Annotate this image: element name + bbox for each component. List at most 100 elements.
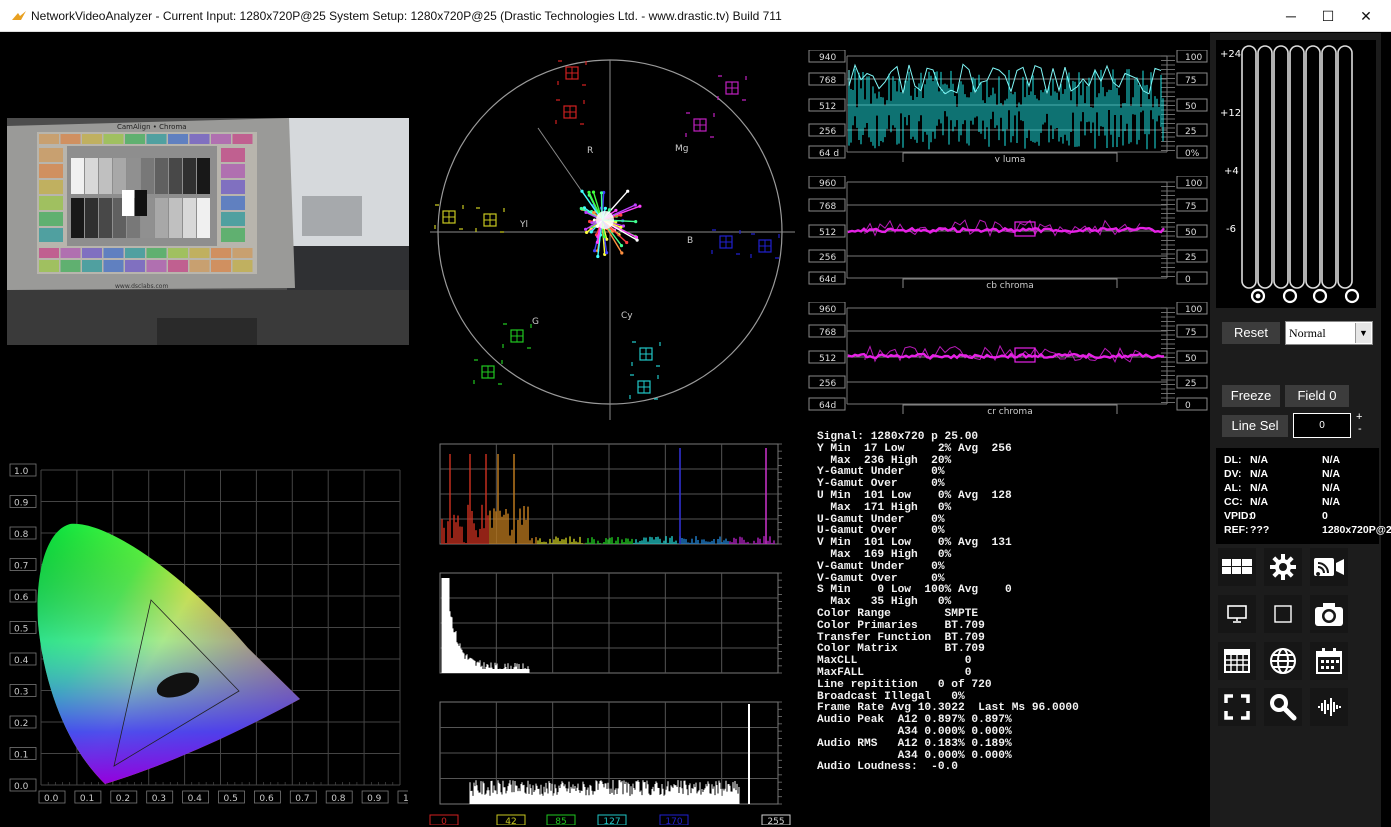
stats-line: Color Range SMPTE xyxy=(817,607,979,620)
monitor-icon[interactable] xyxy=(1218,595,1256,633)
camera-icon[interactable] xyxy=(1310,595,1348,633)
stats-line: Max 171 High 0% xyxy=(817,501,952,514)
reset-button[interactable]: Reset xyxy=(1222,322,1280,344)
title-bar: NetworkVideoAnalyzer - Current Input: 12… xyxy=(0,0,1391,32)
waveform-left-tick: 512 xyxy=(819,228,836,238)
audio-waveform-icon[interactable] xyxy=(1310,688,1348,726)
waveform-left-tick: 768 xyxy=(819,76,836,86)
waveform-left-tick: 256 xyxy=(819,379,836,389)
waveform-0[interactable]: 940 100 768 75 512 50 256 25 64 d 0% y luma xyxy=(805,50,1210,162)
vectorscope-target xyxy=(685,112,715,138)
cie-y-tick: 1.0 xyxy=(14,467,29,477)
stats-line: V-Gamut Under 0% xyxy=(817,560,945,573)
waveform-right-tick: 0 xyxy=(1185,401,1191,411)
cie-x-tick: 1.0 xyxy=(403,794,408,804)
audio-meter: +24 +12 +4 -6 xyxy=(1216,40,1376,308)
globe-icon[interactable] xyxy=(1264,642,1302,680)
cie-x-tick: 0.5 xyxy=(224,794,238,804)
info-row: DL: N/A N/A xyxy=(1224,454,1382,466)
line-increment-button[interactable]: + xyxy=(1356,411,1362,423)
cie-diagram[interactable]: 1.0 0.0 0.9 0.1 0.8 0.2 0.7 0.3 0.6 0.4 0.5 0.5 0.4 0… xyxy=(8,458,408,808)
histogram-scale-label: 170 xyxy=(665,817,682,825)
mode-select[interactable]: Normal ▼ xyxy=(1285,321,1373,345)
vectorscope-label-g: G xyxy=(532,317,539,327)
waveform-right-tick: 0 xyxy=(1185,275,1191,285)
square-icon[interactable] xyxy=(1264,595,1302,633)
histogram-scale-label: 127 xyxy=(603,817,620,825)
chevron-down-icon[interactable]: ▼ xyxy=(1355,323,1371,343)
waveform-left-tick: 256 xyxy=(819,253,836,263)
fullscreen-icon[interactable] xyxy=(1218,688,1256,726)
cie-x-tick: 0.2 xyxy=(116,794,130,804)
waveform-left-tick: 64 d xyxy=(819,149,839,159)
vectorscope-target xyxy=(750,233,780,259)
waveform-right-tick: 100 xyxy=(1185,305,1202,315)
waveform-right-tick: 0% xyxy=(1185,149,1200,159)
waveform-right-tick: 75 xyxy=(1185,328,1196,338)
waveform-left-tick: 768 xyxy=(819,202,836,212)
info-row: REF:??? 1280x720P@25 xyxy=(1224,524,1391,536)
info-v1: ??? xyxy=(1250,524,1270,536)
histogram-scale-label: 85 xyxy=(555,817,566,825)
waveform-right-tick: 75 xyxy=(1185,76,1196,86)
vectorscope-label-b: B xyxy=(687,236,693,246)
info-key: DV: xyxy=(1224,468,1242,480)
cie-y-tick: 0.7 xyxy=(14,562,28,572)
search-icon[interactable] xyxy=(1264,688,1302,726)
stats-line: Audio RMS A12 0.183% 0.189% xyxy=(817,737,1012,750)
waveform-2[interactable]: 960 100 768 75 512 50 256 25 64d 0 cr chroma xyxy=(805,302,1210,414)
line-value-input[interactable]: 0 xyxy=(1293,413,1351,438)
info-row: AL: N/A N/A xyxy=(1224,482,1382,494)
cast-video-icon[interactable] xyxy=(1310,548,1348,586)
waveform-label: cb chroma xyxy=(986,281,1033,288)
waveform-right-tick: 50 xyxy=(1185,354,1197,364)
table-icon[interactable] xyxy=(1218,642,1256,680)
vectorscope-target xyxy=(629,374,659,400)
vectorscope-label-cy: Cy xyxy=(621,311,633,321)
cie-x-tick: 0.0 xyxy=(44,794,59,804)
meter-scale-24: +24 xyxy=(1220,49,1241,60)
stats-line: U Min 101 Low 0% Avg 128 xyxy=(817,489,1012,502)
video-preview[interactable]: CamAlign • Chroma www.dsclabs.com xyxy=(7,118,409,345)
calendar-icon[interactable] xyxy=(1310,642,1348,680)
waveform-1[interactable]: 960 100 768 75 512 50 256 25 64d 0 cb chroma xyxy=(805,176,1210,288)
mode-select-value: Normal xyxy=(1289,326,1326,340)
info-v2: N/A xyxy=(1322,468,1341,480)
vectorscope-target xyxy=(711,229,741,255)
cie-y-tick: 0.1 xyxy=(14,751,28,761)
info-key: AL: xyxy=(1224,482,1242,494)
field-button[interactable]: Field 0 xyxy=(1285,385,1349,407)
line-decrement-button[interactable]: - xyxy=(1358,423,1362,435)
waveform-right-tick: 75 xyxy=(1185,202,1196,212)
waveform-left-tick: 64d xyxy=(819,275,836,285)
cie-y-tick: 0.4 xyxy=(14,656,29,666)
multiview-icon[interactable] xyxy=(1218,548,1256,586)
close-button[interactable]: ✕ xyxy=(1343,0,1389,32)
cie-x-tick: 0.4 xyxy=(188,794,203,804)
cie-y-tick: 0.6 xyxy=(14,593,29,603)
vectorscope-target xyxy=(717,75,747,101)
waveform-left-tick: 960 xyxy=(819,305,836,315)
gear-icon[interactable] xyxy=(1264,548,1302,586)
histogram-panel: 0 42 85 127 170 255 xyxy=(429,443,791,825)
cie-x-tick: 0.8 xyxy=(331,794,346,804)
info-v2: N/A xyxy=(1322,496,1341,508)
vectorscope-target xyxy=(631,341,661,367)
line-select-button[interactable]: Line Sel xyxy=(1222,415,1288,437)
info-v2: 1280x720P@25 xyxy=(1322,524,1391,536)
info-v1: N/A xyxy=(1250,468,1269,480)
waveform-label: cr chroma xyxy=(987,407,1032,414)
cie-x-tick: 0.1 xyxy=(80,794,94,804)
waveform-right-tick: 100 xyxy=(1185,179,1202,189)
info-v2: N/A xyxy=(1322,482,1341,494)
vectorscope[interactable]: R Mg Yl B G Cy xyxy=(420,40,800,430)
waveform-right-tick: 50 xyxy=(1185,228,1197,238)
freeze-button[interactable]: Freeze xyxy=(1222,385,1280,407)
signal-stats: Signal: 1280x720 p 25.00 Y Min 17 Low 2% … xyxy=(817,431,1197,782)
waveform-left-tick: 960 xyxy=(819,179,836,189)
waveform-panel: 940 100 768 75 512 50 256 25 64 d 0% y luma 960 100 7… xyxy=(805,50,1210,420)
cie-y-tick: 0.2 xyxy=(14,719,28,729)
vectorscope-target xyxy=(555,99,585,125)
chart-header: CamAlign • Chroma xyxy=(117,123,187,131)
histogram-scale-label: 255 xyxy=(767,817,784,825)
